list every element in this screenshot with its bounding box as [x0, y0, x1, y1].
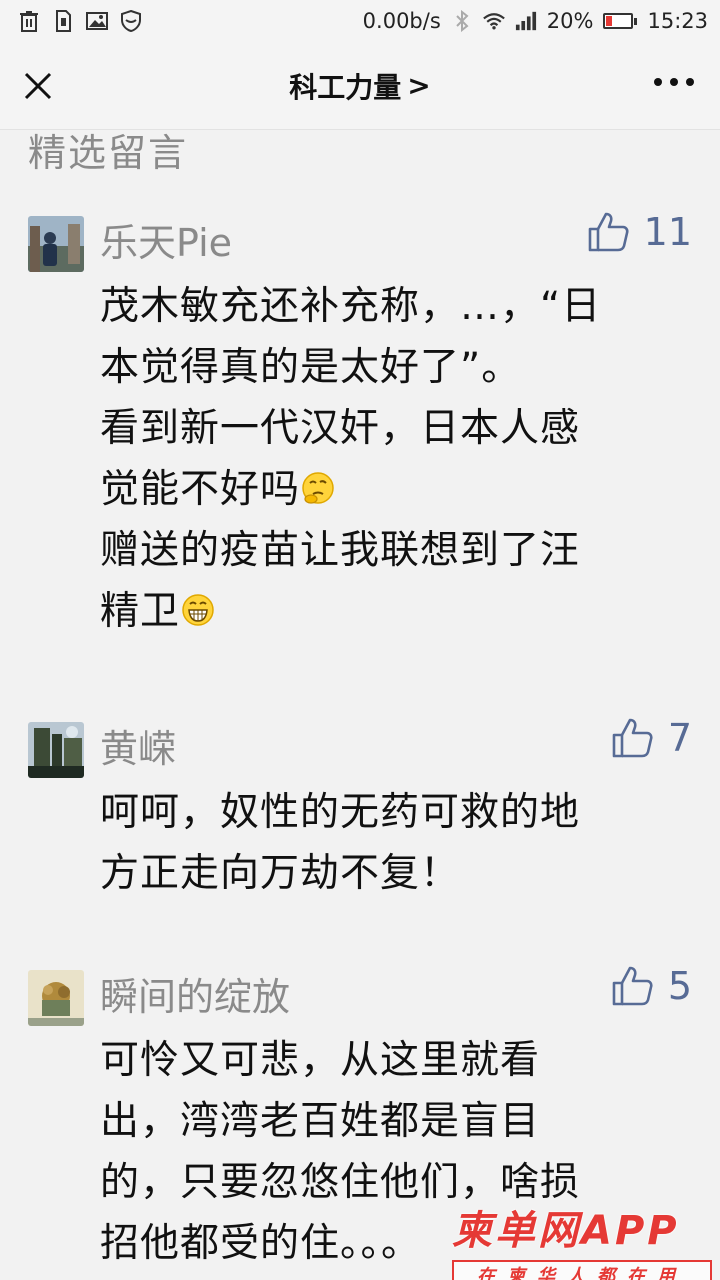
watermark-logo: 柬单网APP 在柬华人都在用 [452, 1198, 712, 1280]
shield-icon [120, 10, 142, 32]
comment-text: 呵呵，奴性的无药可救的地 方正走向万劫不复！ [100, 782, 680, 904]
account-title-link[interactable]: 科工力量 > [289, 66, 430, 106]
comment-line: 茂木敏充还补充称，…，“日 [100, 284, 602, 329]
comment-username[interactable]: 黄嵘 [100, 718, 176, 773]
like-button[interactable]: 11 [586, 210, 692, 254]
thumbs-up-icon [610, 964, 654, 1008]
comment-text: 茂木敏充还补充称，…，“日 本觉得真的是太好了”。 看到新一代汉奸，日本人感 觉… [100, 276, 680, 642]
section-title: 精选留言 [28, 131, 189, 175]
comment-line: 本觉得真的是太好了”。 [100, 345, 522, 390]
comment-line: 赠送的疫苗让我联想到了汪 [100, 528, 581, 573]
signal-icon [515, 10, 537, 32]
bluetooth-icon [451, 10, 473, 32]
like-count: 7 [667, 716, 692, 760]
like-button[interactable]: 5 [610, 964, 692, 1008]
wifi-icon [482, 10, 505, 32]
image-icon [86, 10, 108, 32]
thinking-face-icon [300, 463, 336, 504]
like-count: 5 [667, 964, 692, 1008]
comment-username[interactable]: 乐天Pie [100, 212, 232, 267]
avatar[interactable] [28, 970, 84, 1026]
like-count: 11 [643, 210, 692, 254]
thumbs-up-icon [586, 210, 630, 254]
close-icon[interactable] [22, 70, 54, 102]
battery-percent: 20% [546, 9, 594, 33]
nav-bar: 科工力量 > [0, 42, 720, 130]
watermark-brand: 柬单网APP [452, 1208, 680, 1254]
watermark-tagline: 在柬华人都在用 [452, 1260, 712, 1280]
comment-line: 方正走向万劫不复！ [100, 851, 461, 896]
battery-icon [603, 13, 638, 29]
clock: 15:23 [647, 9, 708, 33]
status-bar: 0.00b/s 20% 15:23 [0, 0, 720, 42]
chevron-right-icon: > [407, 69, 431, 102]
comment-line: 出，湾湾老百姓都是盲目 [100, 1099, 541, 1144]
comment-line: 可怜又可悲，从这里就看 [100, 1038, 541, 1083]
comment-line: 看到新一代汉奸，日本人感 [100, 406, 581, 451]
grinning-face-icon [180, 585, 216, 626]
sim-icon [52, 10, 74, 32]
avatar[interactable] [28, 722, 84, 778]
comment-username[interactable]: 瞬间的绽放 [100, 966, 290, 1021]
page-title: 科工力量 [289, 70, 402, 104]
comment-line: 精卫 [100, 581, 680, 642]
more-icon[interactable] [654, 78, 694, 86]
comment-line: 呵呵，奴性的无药可救的地 [100, 790, 581, 835]
comments-section: 精选留言 乐天Pie 11 茂木敏充还补充称，…，“日 本觉得真的是太好了”。 … [0, 130, 720, 1280]
net-speed: 0.00b/s [362, 9, 441, 33]
like-button[interactable]: 7 [610, 716, 692, 760]
comment-line: 觉能不好吗 [100, 459, 680, 520]
trash-icon [18, 10, 40, 32]
avatar[interactable] [28, 216, 84, 272]
thumbs-up-icon [610, 716, 654, 760]
